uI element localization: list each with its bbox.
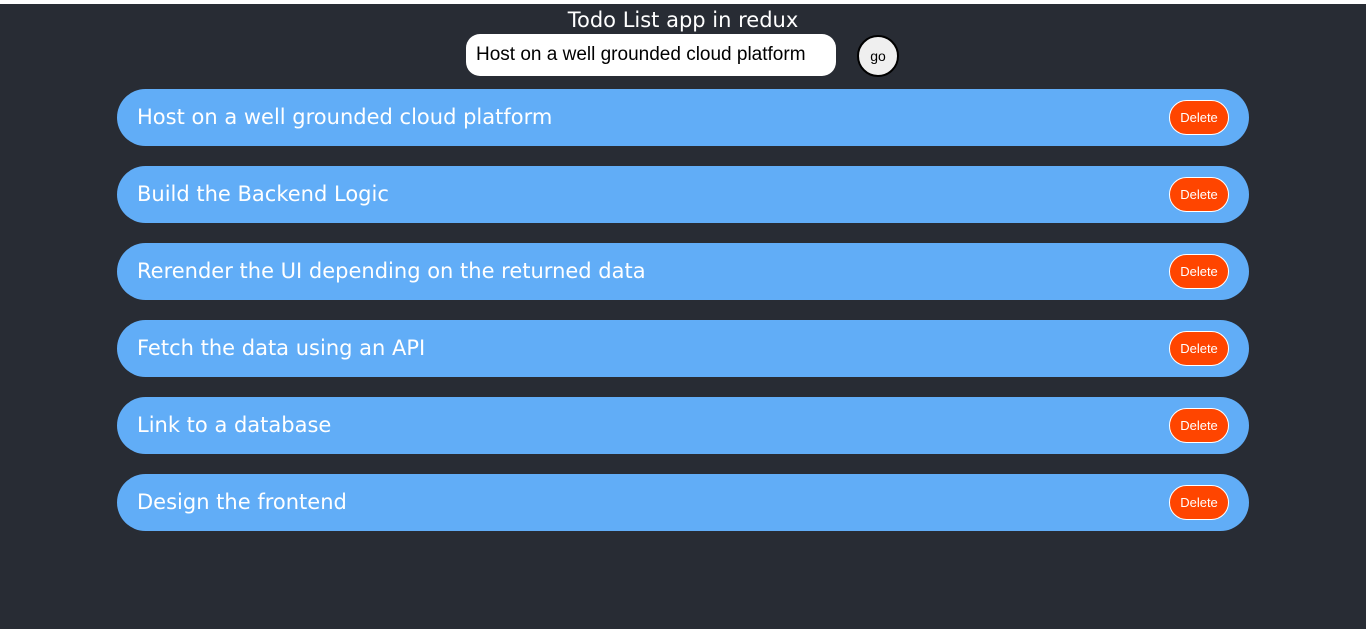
- todo-list: Host on a well grounded cloud platform D…: [117, 89, 1249, 551]
- todo-text: Fetch the data using an API: [137, 336, 426, 360]
- page-title: Todo List app in redux: [567, 8, 799, 32]
- app-container: Todo List app in redux go Host on a well…: [0, 4, 1366, 629]
- todo-text: Design the frontend: [137, 490, 347, 514]
- go-button[interactable]: go: [857, 35, 899, 77]
- todo-item: Host on a well grounded cloud platform D…: [117, 89, 1249, 146]
- delete-button[interactable]: Delete: [1169, 254, 1229, 289]
- todo-item: Link to a database Delete: [117, 397, 1249, 454]
- delete-button[interactable]: Delete: [1169, 408, 1229, 443]
- todo-text: Host on a well grounded cloud platform: [137, 105, 553, 129]
- todo-item: Rerender the UI depending on the returne…: [117, 243, 1249, 300]
- delete-button[interactable]: Delete: [1169, 100, 1229, 135]
- todo-item: Design the frontend Delete: [117, 474, 1249, 531]
- delete-button[interactable]: Delete: [1169, 331, 1229, 366]
- todo-item: Build the Backend Logic Delete: [117, 166, 1249, 223]
- todo-item: Fetch the data using an API Delete: [117, 320, 1249, 377]
- todo-text: Build the Backend Logic: [137, 182, 389, 206]
- delete-button[interactable]: Delete: [1169, 485, 1229, 520]
- todo-text: Rerender the UI depending on the returne…: [137, 259, 646, 283]
- todo-input[interactable]: [466, 34, 836, 76]
- todo-text: Link to a database: [137, 413, 332, 437]
- delete-button[interactable]: Delete: [1169, 177, 1229, 212]
